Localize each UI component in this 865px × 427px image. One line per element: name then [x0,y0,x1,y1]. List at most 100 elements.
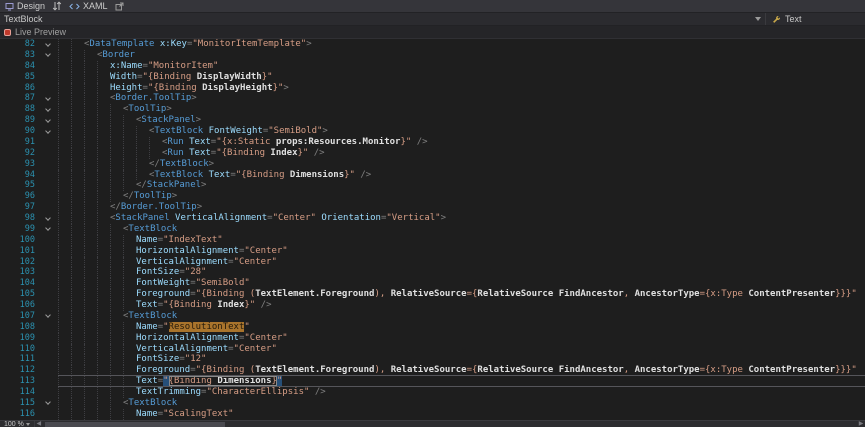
fold-chevron-icon[interactable] [40,104,58,115]
element-combobox-value: TextBlock [4,14,43,24]
indent-guide [58,191,71,202]
code-line[interactable]: 98<StackPanel VerticalAlignment="Center"… [0,213,865,224]
line-number: 95 [0,180,40,191]
code-token: TextBlock [154,126,203,136]
code-token: ResolutionText [169,322,245,332]
code-line[interactable]: 102VerticalAlignment="Center" [0,257,865,268]
code-line[interactable]: 95</StackPanel> [0,180,865,191]
code-line[interactable]: 83<Border [0,50,865,61]
code-token: Name [136,322,158,332]
code-token: RelativeSource [477,365,553,375]
code-line[interactable]: 105Foreground="{Binding (TextElement.For… [0,289,865,300]
code-text: <TextBlock [58,311,865,322]
scroll-left-arrow-icon[interactable]: ◀ [35,421,43,427]
code-token: > [283,83,288,93]
code-line[interactable]: 106Text="{Binding Index}" /> [0,300,865,311]
line-number: 94 [0,170,40,181]
line-number: 106 [0,300,40,311]
code-line[interactable]: 111FontSize="12" [0,354,865,365]
fold-chevron-icon[interactable] [40,213,58,224]
code-line[interactable]: 91<Run Text="{x:Static props:Resources.M… [0,137,865,148]
indent-guide [71,159,84,170]
popout-button[interactable] [115,2,124,11]
code-text: x:Name="MonitorItem" [58,61,865,72]
code-line[interactable]: 85Width="{Binding DisplayWidth}" [0,72,865,83]
code-line[interactable]: 96</ToolTip> [0,191,865,202]
fold-chevron-icon[interactable] [40,224,58,235]
indent-guide [97,93,110,104]
code-token: FontSize [136,267,179,277]
code-line[interactable]: 88<ToolTip> [0,104,865,115]
swap-panes-button[interactable] [52,1,62,11]
fold-spacer [40,257,58,268]
horizontal-scrollbar-thumb[interactable] [45,422,225,427]
code-line[interactable]: 99<TextBlock [0,224,865,235]
indent-guide [71,126,84,137]
code-line[interactable]: 108Name="ResolutionText" [0,322,865,333]
horizontal-scrollbar[interactable]: ◀ ▶ [35,421,865,427]
code-line[interactable]: 97</Border.ToolTip> [0,202,865,213]
code-token: "Vertical" [386,213,440,223]
element-combobox[interactable]: TextBlock [0,13,765,25]
code-line[interactable]: 112Foreground="{Binding (TextElement.For… [0,365,865,376]
code-line[interactable]: 109HorizontalAlignment="Center" [0,333,865,344]
indent-guide [97,311,110,322]
code-token: </ [149,159,160,169]
code-line[interactable]: 86Height="{Binding DisplayHeight}"> [0,83,865,94]
live-preview-bar[interactable]: Live Preview [0,26,865,39]
code-text: <Run Text="{x:Static props:Resources.Mon… [58,137,865,148]
code-line[interactable]: 94<TextBlock Text="{Binding Dimensions}"… [0,170,865,181]
fold-chevron-icon[interactable] [40,93,58,104]
code-token: RelativeSource [391,365,467,375]
code-token: /> [417,137,428,147]
code-line[interactable]: 82<DataTemplate x:Key="MonitorItemTempla… [0,39,865,50]
code-area[interactable]: 82<DataTemplate x:Key="MonitorItemTempla… [0,39,865,420]
code-token: TextTrimming [136,387,201,397]
code-line[interactable]: 89<StackPanel> [0,115,865,126]
fold-chevron-icon[interactable] [40,115,58,126]
tab-design[interactable]: Design [5,1,45,11]
indent-guide [97,137,110,148]
code-token: ToolTip [128,104,166,114]
code-line-current[interactable]: 113Text="{Binding Dimensions}" [0,376,865,387]
fold-chevron-icon[interactable] [40,50,58,61]
code-line[interactable]: 115<TextBlock [0,398,865,409]
code-text: TextTrimming="CharacterEllipsis" /> [58,387,865,398]
indent-guide [71,115,84,126]
code-line[interactable]: 107<TextBlock [0,311,865,322]
indent-guide [84,93,97,104]
indent-guide [97,235,110,246]
code-line[interactable]: 87<Border.ToolTip> [0,93,865,104]
zoom-select[interactable]: 100 % [0,421,35,427]
scroll-right-arrow-icon[interactable]: ▶ [857,421,865,427]
indent-guide [84,409,97,420]
code-token: ={ [467,289,478,299]
code-line[interactable]: 101HorizontalAlignment="Center" [0,246,865,257]
code-line[interactable]: 103FontSize="28" [0,267,865,278]
indent-guide [123,322,136,333]
code-token: , [624,365,635,375]
indent-guide [136,126,149,137]
code-token: Border.ToolTip [115,93,191,103]
tab-xaml[interactable]: XAML [69,1,108,11]
fold-chevron-icon[interactable] [40,126,58,137]
code-line[interactable]: 92<Run Text="{Binding Index}" /> [0,148,865,159]
indent-guide [97,202,110,213]
line-number: 116 [0,409,40,420]
code-token: Text [136,376,158,386]
fold-spacer [40,354,58,365]
code-line[interactable]: 116Name="ScalingText" [0,409,865,420]
code-line[interactable]: 110VerticalAlignment="Center" [0,344,865,355]
code-line[interactable]: 104FontWeight="SemiBold" [0,278,865,289]
indent-guide [84,398,97,409]
code-token: HorizontalAlignment [136,333,239,343]
code-line[interactable]: 90<TextBlock FontWeight="SemiBold"> [0,126,865,137]
code-line[interactable]: 114TextTrimming="CharacterEllipsis" /> [0,387,865,398]
code-line[interactable]: 84x:Name="MonitorItem" [0,61,865,72]
fold-chevron-icon[interactable] [40,39,58,50]
fold-chevron-icon[interactable] [40,398,58,409]
member-combobox[interactable]: Text [765,13,865,25]
fold-chevron-icon[interactable] [40,311,58,322]
code-line[interactable]: 100Name="IndexText" [0,235,865,246]
code-line[interactable]: 93</TextBlock> [0,159,865,170]
